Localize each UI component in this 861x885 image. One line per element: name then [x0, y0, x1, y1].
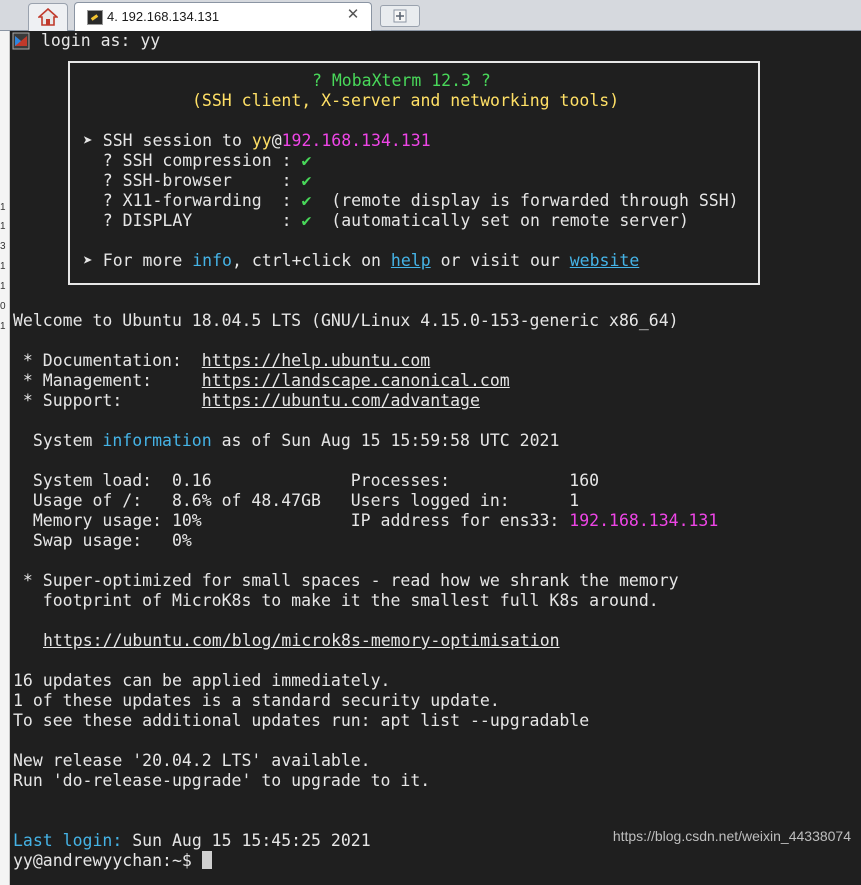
feature-ssh-browser: ? SSH-browser : ✔: [73, 171, 312, 191]
sliver-text: 3: [0, 242, 6, 252]
feature-note: (remote display is forwarded through SSH…: [311, 191, 739, 210]
last-login-value: Sun Aug 15 15:45:25 2021: [122, 831, 371, 850]
sysinfo-word: information: [102, 431, 212, 450]
management-link[interactable]: https://landscape.canonical.com: [202, 371, 510, 390]
banner-title: ? MobaXterm 12.3 ?: [312, 71, 491, 90]
documentation-line: * Documentation: https://help.ubuntu.com: [13, 351, 430, 371]
ssh-host: 192.168.134.131: [281, 131, 431, 150]
sysinfo-row-memory: Memory usage: 10% IP address for ens33: …: [13, 511, 718, 531]
terminal-view[interactable]: login as: yy ? MobaXterm 12.3 ? (SSH cli…: [10, 31, 861, 885]
new-tab-button[interactable]: [380, 5, 420, 27]
website-link[interactable]: website: [570, 251, 640, 270]
feature-x11-forwarding: ? X11-forwarding : ✔ (remote display is …: [73, 191, 739, 211]
more-mid2: or visit our: [430, 251, 570, 270]
microk8s-line-1: * Super-optimized for small spaces - rea…: [13, 571, 679, 590]
ssh-session-line: ➤ SSH session to yy@192.168.134.131: [73, 131, 431, 151]
feature-label: ? SSH-browser :: [73, 171, 302, 190]
sliver-text: 0: [0, 302, 6, 312]
login-user: yy: [140, 31, 161, 50]
ssh-session-icon: [87, 10, 103, 25]
text-cursor: [201, 851, 212, 869]
release-line-1: New release '20.04.2 LTS' available.: [13, 751, 371, 770]
doc-label: * Documentation:: [13, 351, 202, 370]
login-line: login as: yy: [41, 31, 160, 51]
banner-subtitle: (SSH client, X-server and networking too…: [192, 91, 620, 110]
sliver-text: 1: [0, 282, 6, 292]
sysinfo-row-swap: Swap usage: 0%: [13, 531, 192, 550]
ssh-user: yy: [251, 131, 272, 150]
plus-icon: [393, 9, 407, 23]
welcome-line: Welcome to Ubuntu 18.04.5 LTS (GNU/Linux…: [13, 311, 679, 330]
shell-prompt-line[interactable]: yy@andrewyychan:~$: [13, 851, 212, 871]
ssh-session-prefix: ➤ SSH session to: [73, 131, 252, 150]
sysinfo-prefix: System: [13, 431, 103, 450]
check-icon: ✔: [301, 191, 312, 210]
last-login-line: Last login: Sun Aug 15 15:45:25 2021: [13, 831, 371, 851]
support-link[interactable]: https://ubuntu.com/advantage: [202, 391, 480, 410]
shell-prompt: yy@andrewyychan:~$: [13, 851, 202, 870]
support-line: * Support: https://ubuntu.com/advantage: [13, 391, 480, 411]
background-window-edge: 1 1 3 1 1 0 1: [0, 31, 10, 885]
sliver-text: 1: [0, 322, 6, 332]
system-info-header: System information as of Sun Aug 15 15:5…: [13, 431, 560, 451]
feature-label: ? X11-forwarding :: [73, 191, 302, 210]
info-link[interactable]: info: [192, 251, 232, 270]
microk8s-line-2: footprint of MicroK8s to make it the sma…: [13, 591, 659, 610]
home-tab[interactable]: [28, 3, 68, 31]
support-label: * Support:: [13, 391, 202, 410]
close-icon[interactable]: ✕: [345, 6, 361, 24]
feature-ssh-compression: ? SSH compression : ✔: [73, 151, 312, 171]
sysinfo-row-usage: Usage of /: 8.6% of 48.47GB Users logged…: [13, 491, 580, 510]
tab-bar: 4. 192.168.134.131 ✕: [0, 0, 861, 32]
sysinfo-row-load: System load: 0.16 Processes: 160: [13, 471, 600, 490]
home-icon: [38, 8, 58, 26]
feature-label: ? SSH compression :: [73, 151, 302, 170]
more-mid: , ctrl+click on: [231, 251, 391, 270]
feature-display: ? DISPLAY : ✔ (automatically set on remo…: [73, 211, 689, 231]
documentation-link[interactable]: https://help.ubuntu.com: [202, 351, 430, 370]
sliver-text: 1: [0, 262, 6, 272]
updates-line-1: 16 updates can be applied immediately.: [13, 671, 391, 690]
mobaxterm-session-icon: [12, 32, 30, 50]
memory-row-text: Memory usage: 10% IP address for ens33:: [13, 511, 570, 530]
session-tab-title: 4. 192.168.134.131: [107, 9, 220, 24]
updates-line-3: To see these additional updates run: apt…: [13, 711, 590, 730]
microk8s-link[interactable]: https://ubuntu.com/blog/microk8s-memory-…: [43, 631, 560, 651]
sliver-text: 1: [0, 222, 6, 232]
release-line-2: Run 'do-release-upgrade' to upgrade to i…: [13, 771, 431, 790]
ip-address-value: 192.168.134.131: [569, 511, 719, 530]
updates-line-2: 1 of these updates is a standard securit…: [13, 691, 500, 710]
session-tab[interactable]: 4. 192.168.134.131 ✕: [74, 2, 372, 32]
mgmt-label: * Management:: [13, 371, 202, 390]
sliver-text: 1: [0, 203, 6, 213]
watermark: https://blog.csdn.net/weixin_44338074: [612, 828, 851, 844]
ssh-at: @: [271, 131, 282, 150]
check-icon: ✔: [301, 211, 312, 230]
last-login-label: Last login:: [13, 831, 123, 850]
more-info-line: ➤ For more info, ctrl+click on help or v…: [73, 251, 639, 271]
login-prompt: login as:: [41, 31, 141, 50]
management-line: * Management: https://landscape.canonica…: [13, 371, 510, 391]
help-link[interactable]: help: [391, 251, 431, 270]
check-icon: ✔: [301, 151, 312, 170]
feature-label: ? DISPLAY :: [73, 211, 302, 230]
sysinfo-suffix: as of Sun Aug 15 15:59:58 UTC 2021: [211, 431, 560, 450]
more-prefix: ➤ For more: [73, 251, 193, 270]
check-icon: ✔: [301, 171, 312, 190]
feature-note: (automatically set on remote server): [311, 211, 689, 230]
